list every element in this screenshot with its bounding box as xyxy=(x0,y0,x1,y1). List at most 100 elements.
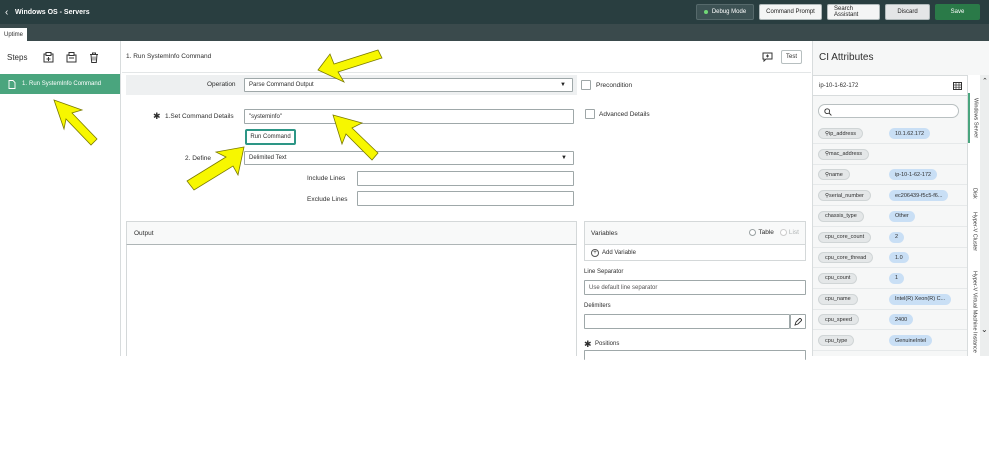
list-radio[interactable]: List xyxy=(779,229,799,237)
steps-label: Steps xyxy=(7,52,28,62)
command-value: "systeminfo" xyxy=(249,113,282,120)
chevron-up-icon[interactable]: ⌃ xyxy=(982,77,988,85)
comment-add-icon[interactable] xyxy=(761,51,773,63)
attribute-key[interactable]: cpu_speed xyxy=(818,314,859,326)
attribute-row[interactable]: cpu_core_count 2 xyxy=(813,228,968,248)
line-separator-label: Line Separator xyxy=(584,269,624,275)
positions-label: Positions xyxy=(595,341,620,347)
variables-header: Variables Table List xyxy=(584,221,806,245)
command-input[interactable]: "systeminfo" xyxy=(244,109,574,124)
attribute-key[interactable]: cpu_count xyxy=(818,272,858,284)
ci-attributes-title: CI Attributes xyxy=(819,52,874,63)
attribute-value[interactable]: 10.1.62.172 xyxy=(889,128,931,139)
attribute-key[interactable]: cpu_type xyxy=(818,335,855,346)
copy-step-icon[interactable] xyxy=(65,51,77,63)
define-select[interactable]: Delimited Text ▼ xyxy=(244,151,574,165)
chevron-down-icon[interactable]: ⌄ xyxy=(981,325,988,334)
attribute-row[interactable]: ⚲ mac_address xyxy=(813,145,968,165)
attribute-key[interactable]: ⚲ name xyxy=(818,169,850,181)
run-command-button[interactable]: Run Command xyxy=(245,129,296,145)
add-circle-icon: + xyxy=(591,248,599,257)
attribute-row[interactable]: cpu_count 1 xyxy=(813,269,968,289)
ci-host-row[interactable]: ip-10-1-62-172 xyxy=(813,75,968,96)
attribute-key-label: ip_address xyxy=(829,130,856,137)
attribute-value[interactable]: Intel(R) Xeon(R) C... xyxy=(889,293,952,305)
delimiters-input[interactable] xyxy=(584,314,790,329)
attribute-key-label: chassis_type xyxy=(825,213,857,220)
steps-header: Steps xyxy=(0,41,120,73)
table-view-icon[interactable] xyxy=(953,82,962,92)
attribute-value[interactable]: 2 xyxy=(889,231,905,243)
output-area[interactable] xyxy=(126,245,577,356)
attribute-row[interactable]: ⚲ serial_number ec206439-f5c5-f6... xyxy=(813,186,968,207)
attribute-value[interactable]: 2400 xyxy=(889,314,914,326)
save-button[interactable]: Save xyxy=(935,4,980,20)
delimiters-label: Delimiters xyxy=(584,303,611,309)
caret-down-icon: ▼ xyxy=(560,82,566,88)
attribute-key-label: name xyxy=(829,171,843,178)
variables-label: Variables xyxy=(591,229,618,237)
attribute-key[interactable]: cpu_name xyxy=(818,293,858,305)
exclude-lines-input[interactable] xyxy=(357,191,574,206)
ci-scrollbar[interactable]: ⌃ ⌄ xyxy=(980,75,989,356)
output-header: Output xyxy=(126,221,577,245)
output-label: Output xyxy=(134,229,154,237)
step-title: 1. Run SystemInfo Command xyxy=(126,53,212,60)
add-step-icon[interactable] xyxy=(42,51,54,63)
table-radio[interactable]: Table xyxy=(749,229,774,237)
line-separator-input[interactable]: Use default line separator xyxy=(584,280,806,295)
precondition-checkbox[interactable] xyxy=(581,80,591,90)
attribute-row[interactable]: chassis_type Other xyxy=(813,207,968,227)
attribute-row[interactable]: cpu_core_thread 1.0 xyxy=(813,248,968,269)
debug-mode-button[interactable]: Debug Mode xyxy=(696,4,754,20)
attribute-row[interactable]: cpu_speed 2400 xyxy=(813,310,968,331)
line-separator-value: Use default line separator xyxy=(589,284,658,291)
attribute-key[interactable]: ⚲ serial_number xyxy=(818,190,871,202)
attribute-key[interactable]: cpu_core_count xyxy=(818,231,872,243)
attribute-value[interactable]: Other xyxy=(889,210,915,222)
operation-select[interactable]: Parse Command Output ▼ xyxy=(244,78,573,92)
attribute-value[interactable]: ip-10-1-62-172 xyxy=(889,169,938,181)
attribute-row[interactable]: cpu_name Intel(R) Xeon(R) C... xyxy=(813,290,968,310)
command-prompt-button[interactable]: Command Prompt xyxy=(759,4,822,20)
step-label: Run SystemInfo Command xyxy=(29,81,102,87)
tab-uptime[interactable]: Uptime xyxy=(0,28,28,41)
include-lines-input[interactable] xyxy=(357,171,574,186)
positions-input[interactable] xyxy=(584,350,806,360)
ci-search-input[interactable] xyxy=(818,104,959,118)
attribute-row[interactable]: cpu_type GenuineIntel xyxy=(813,331,968,351)
attribute-value[interactable]: ec206439-f5c5-f6... xyxy=(889,190,949,202)
attribute-key[interactable]: chassis_type xyxy=(818,210,864,222)
attribute-key-label: cpu_speed xyxy=(825,316,852,323)
add-variable-button[interactable]: + Add Variable xyxy=(584,245,806,261)
attribute-value[interactable]: 1 xyxy=(889,272,905,284)
attribute-value[interactable]: 1.0 xyxy=(889,252,909,264)
attribute-key[interactable]: cpu_core_thread xyxy=(818,252,874,264)
test-button[interactable]: Test xyxy=(781,50,802,64)
operation-row: Operation Parse Command Output ▼ xyxy=(126,75,577,95)
operation-label: Operation xyxy=(207,81,236,88)
chevron-left-icon[interactable]: ‹ xyxy=(5,7,13,18)
required-star-icon: ✱ xyxy=(584,339,592,349)
attribute-key[interactable]: ⚲ mac_address xyxy=(818,148,870,160)
advanced-details-checkbox[interactable] xyxy=(585,109,595,119)
exclude-lines-label: Exclude Lines xyxy=(307,196,348,203)
search-assistant-button[interactable]: Search Assistant xyxy=(827,4,880,20)
trash-icon[interactable] xyxy=(88,51,100,63)
attribute-key-label: cpu_core_count xyxy=(825,234,865,240)
attribute-value[interactable]: GenuineIntel xyxy=(889,335,933,346)
step-item-run-systeminfo[interactable]: 1. Run SystemInfo Command xyxy=(0,74,120,94)
attribute-row[interactable]: ⚲ name ip-10-1-62-172 xyxy=(813,165,968,186)
discard-button[interactable]: Discard xyxy=(885,4,930,20)
steps-panel: Steps 1. Run SystemInfo Command xyxy=(0,41,121,356)
attribute-key-label: cpu_type xyxy=(825,337,848,344)
ci-host-name: ip-10-1-62-172 xyxy=(819,82,859,89)
pencil-icon[interactable] xyxy=(790,314,806,329)
set-command-label: 1.Set Command Details xyxy=(165,113,234,120)
step-editor: 1. Run SystemInfo Command Test Operation… xyxy=(122,41,811,360)
attribute-key-label: cpu_count xyxy=(825,275,851,282)
attribute-key-label: serial_number xyxy=(829,192,864,199)
define-label: 2. Define xyxy=(185,155,212,162)
attribute-row[interactable]: ⚲ ip_address 10.1.62.172 xyxy=(813,124,968,144)
attribute-key[interactable]: ⚲ ip_address xyxy=(818,128,863,139)
